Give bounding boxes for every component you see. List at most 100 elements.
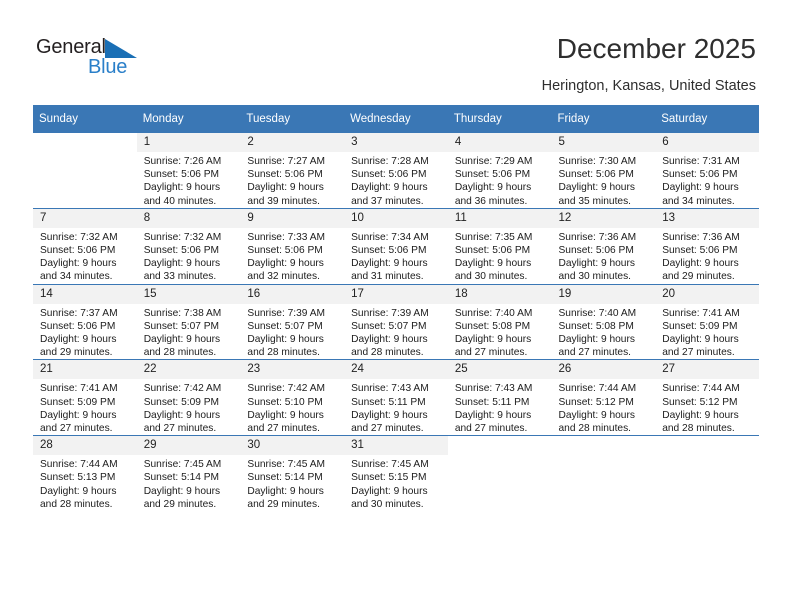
calendar-week-row: 21 Sunrise: 7:41 AM Sunset: 5:09 PM Dayligh… xyxy=(33,359,759,436)
calendar-day-cell[interactable]: 29 Sunrise: 7:45 AM Sunset: 5:14 PM Dayligh… xyxy=(136,435,241,512)
day-number: 5 xyxy=(551,133,656,152)
calendar-day-cell[interactable]: 4 Sunrise: 7:29 AM Sunset: 5:06 PM Daylight… xyxy=(447,133,552,208)
logo-text-general: General xyxy=(36,36,106,58)
sunrise-text: Sunrise: 7:44 AM xyxy=(558,383,637,395)
daylight-text: Daylight: 9 hours xyxy=(558,409,635,421)
sunset-text: Sunset: 5:11 PM xyxy=(351,396,426,408)
sunrise-text: Sunrise: 7:30 AM xyxy=(558,156,637,167)
daylight-text: and 28 minutes. xyxy=(351,347,424,359)
day-number xyxy=(448,436,552,455)
sunset-text: Sunset: 5:06 PM xyxy=(558,169,634,181)
day-sun-info: Sunrise: 7:37 AM Sunset: 5:06 PM Daylight:… xyxy=(33,304,137,360)
sunset-text: Sunset: 5:14 PM xyxy=(143,472,220,484)
sunset-text: Sunset: 5:06 PM xyxy=(558,245,634,257)
calendar-day-cell[interactable]: 20 Sunrise: 7:41 AM Sunset: 5:09 PM Dayligh… xyxy=(655,283,759,360)
calendar-day-cell[interactable]: 31 Sunrise: 7:45 AM Sunset: 5:15 PM Dayligh… xyxy=(344,435,448,512)
day-number: 11 xyxy=(447,208,552,228)
sunrise-text: Sunrise: 7:39 AM xyxy=(351,307,429,319)
general-blue-logo[interactable]: General Blue xyxy=(36,36,156,84)
daylight-text: Daylight: 9 hours xyxy=(351,182,428,194)
daylight-text: Daylight: 9 hours xyxy=(40,485,117,497)
calendar-day-cell[interactable]: 16 Sunrise: 7:39 AM Sunset: 5:07 PM Dayligh… xyxy=(240,283,345,360)
daylight-text: and 30 minutes. xyxy=(558,271,632,283)
daylight-text: and 33 minutes. xyxy=(143,271,217,283)
daylight-text: Daylight: 9 hours xyxy=(40,334,117,346)
calendar-day-cell[interactable]: 9 Sunrise: 7:33 AM Sunset: 5:06 PM Daylight… xyxy=(240,207,345,285)
page-title: December 2025 xyxy=(556,33,756,64)
calendar-day-cell[interactable]: 22 Sunrise: 7:42 AM Sunset: 5:09 PM Dayligh… xyxy=(136,359,241,436)
calendar-day-cell[interactable]: 23 Sunrise: 7:42 AM Sunset: 5:10 PM Dayligh… xyxy=(240,359,345,436)
calendar-day-cell[interactable]: 11 Sunrise: 7:35 AM Sunset: 5:06 PM Dayligh… xyxy=(447,207,552,285)
calendar-day-cell[interactable]: 24 Sunrise: 7:43 AM Sunset: 5:11 PM Dayligh… xyxy=(344,359,448,436)
day-number: 25 xyxy=(447,360,552,380)
daylight-text: Daylight: 9 hours xyxy=(351,258,428,270)
daylight-text: Daylight: 9 hours xyxy=(558,182,635,194)
sunset-text: Sunset: 5:08 PM xyxy=(454,320,531,332)
day-sun-info: Sunrise: 7:45 AM Sunset: 5:14 PM Daylight:… xyxy=(137,455,241,511)
day-sun-info: Sunrise: 7:26 AM Sunset: 5:06 PM Daylight:… xyxy=(137,152,241,208)
daylight-text: and 29 minutes. xyxy=(40,347,113,359)
calendar-day-cell[interactable]: 18 Sunrise: 7:40 AM Sunset: 5:08 PM Dayligh… xyxy=(447,283,552,360)
calendar-day-cell[interactable]: 5 Sunrise: 7:30 AM Sunset: 5:06 PM Daylight… xyxy=(551,133,656,208)
sunrise-text: Sunrise: 7:32 AM xyxy=(143,231,222,243)
calendar-day-cell[interactable]: 30 Sunrise: 7:45 AM Sunset: 5:14 PM Dayligh… xyxy=(240,435,345,512)
calendar-day-cell[interactable]: 1 Sunrise: 7:26 AM Sunset: 5:06 PM Daylight… xyxy=(136,133,241,208)
day-number: 4 xyxy=(447,133,552,152)
daylight-text: Daylight: 9 hours xyxy=(40,409,117,421)
daylight-text: and 30 minutes. xyxy=(351,498,424,510)
calendar-day-cell[interactable]: 7 Sunrise: 7:32 AM Sunset: 5:06 PM Daylight… xyxy=(33,207,137,285)
sunset-text: Sunset: 5:09 PM xyxy=(662,320,738,332)
sunrise-text: Sunrise: 7:38 AM xyxy=(143,307,222,319)
daylight-text: and 27 minutes. xyxy=(247,423,320,435)
daylight-text: and 28 minutes. xyxy=(247,347,320,359)
calendar-day-cell[interactable]: 27 Sunrise: 7:44 AM Sunset: 5:12 PM Dayligh… xyxy=(655,359,759,436)
day-number: 10 xyxy=(344,208,448,228)
calendar-day-cell[interactable]: 2 Sunrise: 7:27 AM Sunset: 5:06 PM Daylight… xyxy=(240,133,345,208)
calendar-day-cell[interactable]: 10 Sunrise: 7:34 AM Sunset: 5:06 PM Dayligh… xyxy=(344,207,448,285)
daylight-text: and 34 minutes. xyxy=(40,271,113,283)
day-number: 30 xyxy=(240,436,345,456)
daylight-text: Daylight: 9 hours xyxy=(143,485,221,497)
daylight-text: and 36 minutes. xyxy=(454,195,528,207)
calendar-day-cell[interactable]: 6 Sunrise: 7:31 AM Sunset: 5:06 PM Daylight… xyxy=(655,133,759,208)
calendar-day-cell[interactable]: 26 Sunrise: 7:44 AM Sunset: 5:12 PM Dayligh… xyxy=(551,359,656,436)
calendar-day-cell[interactable]: 12 Sunrise: 7:36 AM Sunset: 5:06 PM Dayligh… xyxy=(551,207,656,285)
sunrise-text: Sunrise: 7:42 AM xyxy=(143,383,222,395)
day-sun-info: Sunrise: 7:44 AM Sunset: 5:12 PM Daylight:… xyxy=(655,379,759,435)
sunset-text: Sunset: 5:06 PM xyxy=(351,169,427,181)
daylight-text: Daylight: 9 hours xyxy=(558,334,635,346)
calendar-day-cell[interactable]: 28 Sunrise: 7:44 AM Sunset: 5:13 PM Dayligh… xyxy=(33,435,137,512)
daylight-text: and 31 minutes. xyxy=(351,271,424,283)
day-sun-info: Sunrise: 7:29 AM Sunset: 5:06 PM Daylight:… xyxy=(448,152,552,208)
daylight-text: Daylight: 9 hours xyxy=(558,258,635,270)
daylight-text: and 34 minutes. xyxy=(662,195,735,207)
day-sun-info: Sunrise: 7:45 AM Sunset: 5:15 PM Daylight:… xyxy=(344,455,448,511)
day-number: 8 xyxy=(136,208,241,228)
calendar-week-row: 1 Sunrise: 7:26 AM Sunset: 5:06 PM Daylight… xyxy=(33,133,759,208)
day-sun-info: Sunrise: 7:41 AM Sunset: 5:09 PM Daylight:… xyxy=(655,304,759,360)
calendar-day-cell[interactable]: 14 Sunrise: 7:37 AM Sunset: 5:06 PM Dayligh… xyxy=(33,283,137,360)
sunset-text: Sunset: 5:13 PM xyxy=(40,472,116,484)
sunrise-text: Sunrise: 7:29 AM xyxy=(454,156,533,167)
daylight-text: and 29 minutes. xyxy=(662,271,735,283)
calendar-empty-cell xyxy=(33,133,137,208)
calendar-day-cell[interactable]: 19 Sunrise: 7:40 AM Sunset: 5:08 PM Dayligh… xyxy=(551,283,656,360)
day-number xyxy=(655,436,759,455)
calendar-day-cell[interactable]: 17 Sunrise: 7:39 AM Sunset: 5:07 PM Dayligh… xyxy=(344,283,448,360)
sunset-text: Sunset: 5:06 PM xyxy=(40,245,116,257)
day-number: 7 xyxy=(33,208,137,228)
calendar-day-cell[interactable]: 8 Sunrise: 7:32 AM Sunset: 5:06 PM Daylight… xyxy=(136,207,241,285)
day-sun-info: Sunrise: 7:27 AM Sunset: 5:06 PM Daylight:… xyxy=(240,152,344,208)
day-number: 17 xyxy=(344,284,448,304)
sunrise-text: Sunrise: 7:33 AM xyxy=(247,231,325,243)
calendar-day-cell[interactable]: 25 Sunrise: 7:43 AM Sunset: 5:11 PM Dayligh… xyxy=(447,359,552,436)
weekday-header-wednesday: Wednesday xyxy=(344,105,448,133)
calendar-day-cell[interactable]: 13 Sunrise: 7:36 AM Sunset: 5:06 PM Dayligh… xyxy=(655,207,759,285)
calendar-day-cell[interactable]: 3 Sunrise: 7:28 AM Sunset: 5:06 PM Daylight… xyxy=(344,133,448,208)
calendar-day-cell[interactable]: 21 Sunrise: 7:41 AM Sunset: 5:09 PM Dayligh… xyxy=(33,359,137,436)
calendar-day-cell[interactable]: 15 Sunrise: 7:38 AM Sunset: 5:07 PM Dayligh… xyxy=(136,283,241,360)
daylight-text: and 28 minutes. xyxy=(143,347,217,359)
day-sun-info: Sunrise: 7:34 AM Sunset: 5:06 PM Daylight:… xyxy=(344,228,448,284)
sunrise-text: Sunrise: 7:36 AM xyxy=(558,231,637,243)
daylight-text: Daylight: 9 hours xyxy=(247,409,324,421)
